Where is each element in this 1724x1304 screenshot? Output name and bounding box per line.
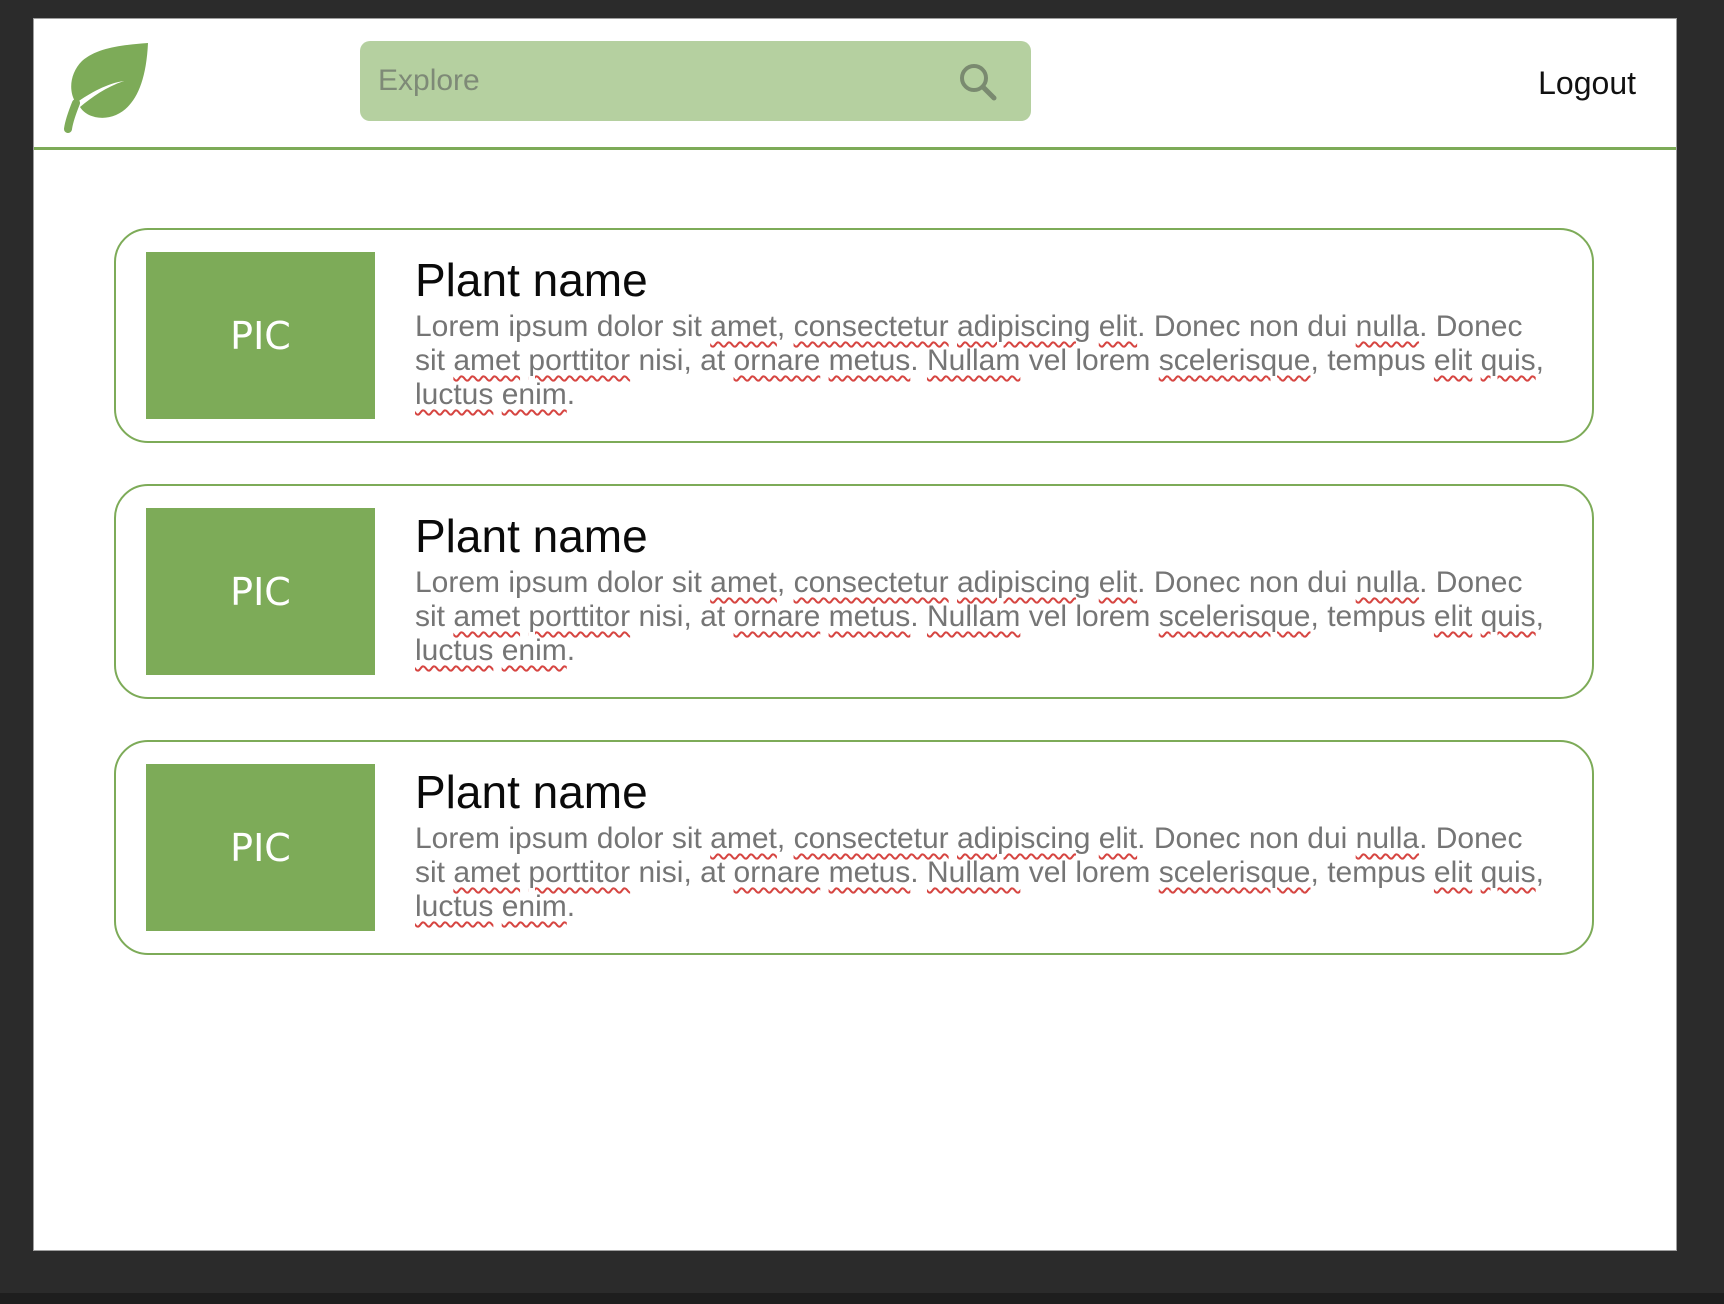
plant-card[interactable]: PIC Plant name Lorem ipsum dolor sit ame… [114, 740, 1594, 955]
search-input[interactable] [378, 41, 938, 121]
plant-name: Plant name [415, 766, 648, 818]
spellcheck-word: elit [1098, 310, 1138, 343]
spellcheck-word: elit [1098, 822, 1138, 855]
logout-button[interactable]: Logout [1538, 65, 1636, 102]
spellcheck-word: luctus [415, 378, 494, 411]
spellcheck-word: scelerisque [1158, 344, 1311, 377]
spellcheck-word: enim [501, 634, 567, 667]
spellcheck-word: metus [828, 600, 911, 633]
spellcheck-word: metus [828, 856, 911, 889]
spellcheck-word: scelerisque [1158, 600, 1311, 633]
spellcheck-word: adipiscing [957, 310, 1091, 343]
plant-image-placeholder: PIC [146, 508, 375, 675]
plant-card[interactable]: PIC Plant name Lorem ipsum dolor sit ame… [114, 228, 1594, 443]
spellcheck-word: enim [501, 890, 567, 923]
spellcheck-word: quis [1480, 600, 1536, 633]
spellcheck-word: nulla [1355, 822, 1420, 855]
plant-description: Lorem ipsum dolor sit amet, consectetur … [415, 822, 1545, 923]
spellcheck-word: porttitor [528, 856, 631, 889]
spellcheck-word: consectetur [793, 566, 949, 599]
spellcheck-word: Nullam [926, 344, 1021, 377]
spellcheck-word: enim [501, 378, 567, 411]
plant-name: Plant name [415, 254, 648, 306]
spellcheck-word: ornare [733, 856, 821, 889]
spellcheck-word: quis [1480, 344, 1536, 377]
spellcheck-word: porttitor [528, 600, 631, 633]
spellcheck-word: adipiscing [957, 566, 1091, 599]
spellcheck-word: elit [1098, 566, 1138, 599]
spellcheck-word: elit [1433, 856, 1473, 889]
search-icon[interactable] [958, 62, 998, 102]
spellcheck-word: nulla [1355, 566, 1420, 599]
spellcheck-word: Nullam [926, 600, 1021, 633]
spellcheck-word: amet [710, 822, 777, 855]
plant-card[interactable]: PIC Plant name Lorem ipsum dolor sit ame… [114, 484, 1594, 699]
spellcheck-word: elit [1433, 344, 1473, 377]
spellcheck-word: amet [453, 344, 521, 377]
spellcheck-word: porttitor [528, 344, 631, 377]
bottom-edge [0, 1293, 1724, 1304]
spellcheck-word: consectetur [793, 822, 949, 855]
spellcheck-word: consectetur [793, 310, 949, 343]
plant-image-placeholder: PIC [146, 764, 375, 931]
spellcheck-word: amet [710, 566, 777, 599]
spellcheck-word: luctus [415, 890, 494, 923]
app-window: Logout PIC Plant name Lorem ipsum dolor … [33, 18, 1677, 1251]
top-bar: Logout [34, 19, 1676, 150]
spellcheck-word: metus [828, 344, 911, 377]
spellcheck-word: amet [453, 856, 521, 889]
spellcheck-word: nulla [1355, 310, 1420, 343]
spellcheck-word: elit [1433, 600, 1473, 633]
plant-description: Lorem ipsum dolor sit amet, consectetur … [415, 310, 1545, 411]
spellcheck-word: amet [710, 310, 777, 343]
leaf-icon[interactable] [62, 41, 152, 133]
spellcheck-word: luctus [415, 634, 494, 667]
spellcheck-word: Nullam [926, 856, 1021, 889]
spellcheck-word: quis [1480, 856, 1536, 889]
plant-image-placeholder: PIC [146, 252, 375, 419]
spellcheck-word: ornare [733, 600, 821, 633]
spellcheck-word: adipiscing [957, 822, 1091, 855]
spellcheck-word: ornare [733, 344, 821, 377]
plant-list: PIC Plant name Lorem ipsum dolor sit ame… [114, 228, 1594, 996]
plant-description: Lorem ipsum dolor sit amet, consectetur … [415, 566, 1545, 667]
plant-name: Plant name [415, 510, 648, 562]
search-bar [360, 41, 1031, 121]
spellcheck-word: amet [453, 600, 521, 633]
spellcheck-word: scelerisque [1158, 856, 1311, 889]
